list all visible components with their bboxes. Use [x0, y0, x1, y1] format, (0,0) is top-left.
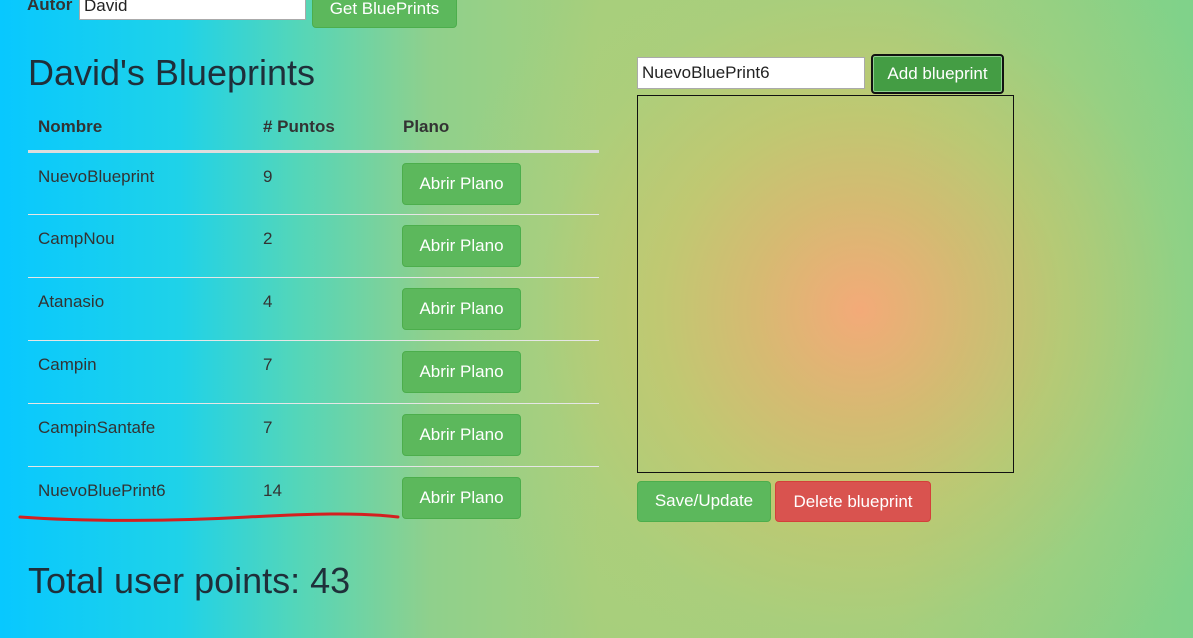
row-action-cell: Abrir Plano — [393, 340, 599, 404]
blueprint-points: 7 — [263, 355, 273, 374]
row-name-cell: NuevoBlueprint — [28, 152, 253, 215]
row-action-cell: Abrir Plano — [393, 277, 599, 341]
table-row: CampinSantafe 7 Abrir Plano — [28, 403, 599, 467]
row-name-cell: Atanasio — [28, 277, 253, 341]
row-points-cell: 9 — [253, 152, 393, 215]
row-name-cell: CampinSantafe — [28, 403, 253, 467]
table-header-row: Nombre # Puntos Plano — [28, 104, 599, 153]
delete-blueprint-button[interactable]: Delete blueprint — [775, 481, 931, 522]
blueprint-name: NuevoBluePrint6 — [38, 481, 166, 500]
header-points: # Puntos — [253, 104, 393, 153]
row-action-cell: Abrir Plano — [393, 466, 599, 530]
red-annotation-underline — [18, 512, 400, 522]
save-update-button[interactable]: Save/Update — [637, 481, 771, 522]
total-user-points: Total user points: 43 — [28, 560, 351, 601]
author-input[interactable] — [79, 0, 306, 20]
row-name-cell: CampNou — [28, 214, 253, 278]
blueprint-name: Campin — [38, 355, 97, 374]
open-plan-button[interactable]: Abrir Plano — [402, 414, 521, 456]
header-name: Nombre — [28, 104, 253, 153]
page-title: David's Blueprints — [28, 52, 315, 93]
open-plan-button[interactable]: Abrir Plano — [402, 288, 521, 330]
row-points-cell: 2 — [253, 214, 393, 278]
row-points-cell: 4 — [253, 277, 393, 341]
row-points-cell: 7 — [253, 340, 393, 404]
blueprint-name-input[interactable] — [637, 57, 865, 89]
blueprint-points: 14 — [263, 481, 282, 500]
blueprint-name: Atanasio — [38, 292, 105, 311]
blueprint-points: 2 — [263, 229, 273, 248]
table-row: Atanasio 4 Abrir Plano — [28, 277, 599, 341]
blueprint-canvas[interactable] — [637, 95, 1014, 473]
table-row: CampNou 2 Abrir Plano — [28, 214, 599, 278]
get-blueprints-button[interactable]: Get BluePrints — [312, 0, 457, 28]
open-plan-button[interactable]: Abrir Plano — [402, 163, 521, 205]
add-blueprint-button[interactable]: Add blueprint — [871, 54, 1004, 94]
blueprint-points: 7 — [263, 418, 273, 437]
table-row: NuevoBlueprint 9 Abrir Plano — [28, 152, 599, 215]
row-name-cell: Campin — [28, 340, 253, 404]
row-action-cell: Abrir Plano — [393, 214, 599, 278]
blueprint-name: CampNou — [38, 229, 115, 248]
blueprint-points: 4 — [263, 292, 273, 311]
row-points-cell: 7 — [253, 403, 393, 467]
table-row: Campin 7 Abrir Plano — [28, 340, 599, 404]
open-plan-button[interactable]: Abrir Plano — [402, 225, 521, 267]
author-label: Autor — [27, 0, 73, 14]
blueprint-name: CampinSantafe — [38, 418, 156, 437]
row-action-cell: Abrir Plano — [393, 403, 599, 467]
blueprint-points: 9 — [263, 167, 273, 186]
header-plano: Plano — [393, 104, 599, 153]
blueprint-name: NuevoBlueprint — [38, 167, 155, 186]
row-action-cell: Abrir Plano — [393, 152, 599, 215]
blueprints-table: Nombre # Puntos Plano NuevoBlueprint 9 A… — [28, 104, 599, 530]
open-plan-button[interactable]: Abrir Plano — [402, 351, 521, 393]
open-plan-button[interactable]: Abrir Plano — [402, 477, 521, 519]
